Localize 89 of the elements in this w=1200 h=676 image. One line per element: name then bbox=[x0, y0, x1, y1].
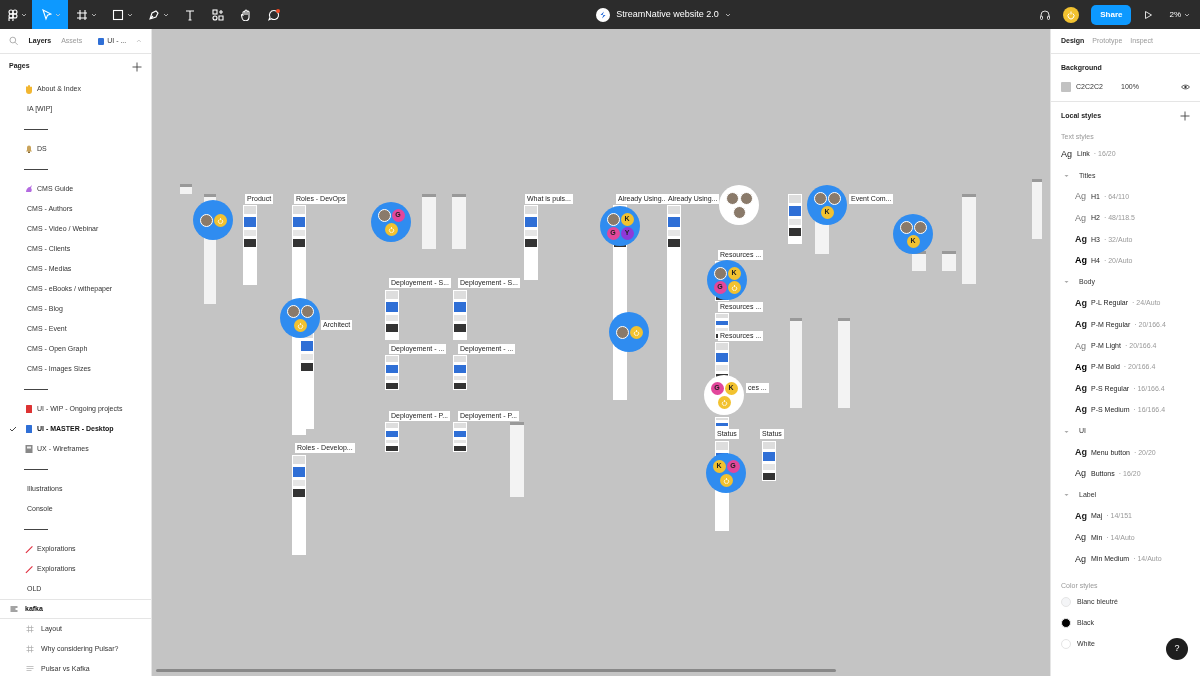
avatar-photo bbox=[377, 208, 391, 222]
avatar-photo bbox=[813, 191, 827, 205]
eye-icon[interactable] bbox=[1181, 82, 1190, 91]
caret-icon bbox=[1064, 280, 1069, 285]
text-style-sample: Ag bbox=[1075, 382, 1087, 396]
page-thumbnail bbox=[942, 251, 956, 271]
text-style-sample: Ag bbox=[1075, 552, 1087, 566]
text-style-sample: Ag bbox=[1075, 190, 1087, 204]
avatar-photo bbox=[725, 191, 739, 205]
project-logo-icon bbox=[596, 7, 611, 22]
text-style-sample: Ag bbox=[1075, 403, 1087, 417]
page-thumbnail bbox=[385, 422, 399, 452]
avatar-photo bbox=[199, 213, 213, 227]
hand-icon bbox=[240, 8, 252, 21]
comment-icon bbox=[268, 8, 280, 21]
text-style-sample: Ag bbox=[1075, 360, 1087, 374]
text-style-sample: Ag bbox=[1075, 467, 1087, 481]
avatar-photo bbox=[739, 191, 753, 205]
check-icon bbox=[9, 425, 17, 433]
text-style-sample: Ag bbox=[1061, 147, 1073, 161]
text-style-sample: Ag bbox=[1075, 318, 1087, 332]
caret-icon bbox=[1064, 429, 1069, 434]
add-icon[interactable] bbox=[1180, 111, 1190, 121]
pen-icon bbox=[147, 8, 160, 21]
rectangle-icon bbox=[111, 8, 124, 21]
avatar-photo bbox=[827, 191, 841, 205]
zoom-level: 2% bbox=[1169, 8, 1181, 21]
page-thumbnail bbox=[453, 290, 467, 340]
text-style-sample: Ag bbox=[1075, 446, 1087, 460]
avatar-photo bbox=[300, 304, 314, 318]
avatar-photo bbox=[899, 220, 913, 234]
avatar-photo bbox=[732, 205, 746, 219]
text-lines-icon bbox=[26, 665, 34, 673]
page-thumbnail bbox=[1032, 179, 1042, 239]
caret-icon bbox=[20, 12, 27, 17]
caret-icon bbox=[90, 12, 97, 17]
text-style-sample: Ag bbox=[1075, 211, 1087, 225]
file-title[interactable]: StreamNative website 2.0 bbox=[596, 7, 731, 22]
page-thumbnail bbox=[385, 355, 399, 390]
page-thumbnail bbox=[452, 194, 466, 249]
caret-icon bbox=[1064, 493, 1069, 498]
avatar-photo bbox=[913, 220, 927, 234]
page-thumbnail bbox=[762, 441, 776, 481]
page-thumbnail bbox=[422, 194, 436, 249]
headphones-icon[interactable] bbox=[1039, 8, 1052, 21]
cursor-arrow-icon bbox=[39, 8, 52, 21]
menu-icon bbox=[5, 8, 18, 21]
text-style-sample: Ag bbox=[1075, 531, 1087, 545]
file-name: StreamNative website 2.0 bbox=[616, 7, 719, 21]
play-icon[interactable] bbox=[1143, 9, 1154, 20]
caret-icon bbox=[126, 12, 133, 17]
caret-icon bbox=[1064, 173, 1069, 178]
power-icon bbox=[1066, 9, 1077, 20]
notebook-icon bbox=[24, 444, 34, 454]
avatar-photo bbox=[606, 212, 620, 226]
caret-icon bbox=[54, 12, 61, 17]
frame-icon bbox=[75, 8, 88, 21]
hand-emoji-icon bbox=[24, 84, 34, 94]
avatar-photo bbox=[286, 304, 300, 318]
avatar-photo bbox=[713, 266, 727, 280]
color-swatch[interactable] bbox=[1061, 81, 1071, 92]
caret-icon bbox=[1184, 12, 1190, 17]
resources-icon bbox=[212, 8, 224, 21]
unicorn-emoji-icon bbox=[24, 184, 34, 194]
frame-icon bbox=[26, 625, 34, 633]
caret-icon bbox=[724, 12, 731, 17]
text-style-sample: Ag bbox=[1075, 233, 1087, 247]
page-thumbnail bbox=[453, 355, 467, 390]
frame-icon bbox=[26, 645, 34, 653]
avatar-photo bbox=[615, 325, 629, 339]
section-icon bbox=[10, 605, 18, 613]
book-icon bbox=[98, 37, 105, 45]
zoom-dropdown[interactable]: 2% bbox=[1169, 8, 1190, 21]
user-avatar[interactable] bbox=[1063, 6, 1080, 23]
add-icon[interactable] bbox=[132, 61, 142, 72]
text-style-sample: Ag bbox=[1075, 339, 1087, 353]
text-style-sample: Ag bbox=[1075, 254, 1087, 268]
text-style-sample: Ag bbox=[1075, 296, 1087, 310]
page-thumbnail bbox=[180, 184, 192, 194]
page-thumbnail bbox=[385, 290, 399, 340]
page-thumbnail bbox=[788, 194, 802, 244]
scrollbar[interactable] bbox=[156, 669, 836, 672]
help-button[interactable]: ? bbox=[1166, 638, 1188, 660]
page-thumbnail bbox=[912, 251, 926, 271]
text-tool-icon bbox=[184, 8, 196, 21]
bell-emoji-icon bbox=[24, 144, 34, 154]
page-thumbnail bbox=[453, 422, 467, 452]
caret-icon bbox=[162, 12, 169, 17]
text-style-sample: Ag bbox=[1075, 509, 1087, 523]
